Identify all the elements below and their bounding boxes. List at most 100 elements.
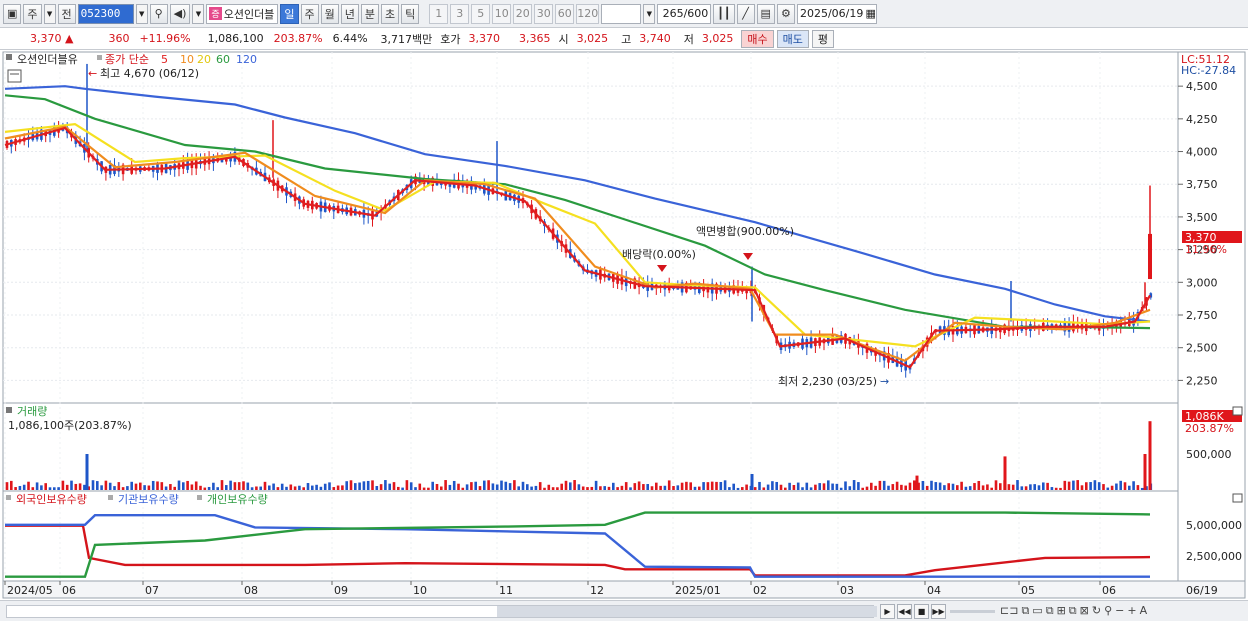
window-tile-icon[interactable]: ▭ — [1032, 604, 1042, 618]
fast-forward-icon[interactable]: ▶▶ — [931, 604, 946, 619]
volume-bar — [612, 482, 615, 490]
volume-bar — [915, 475, 919, 490]
volume-bar — [689, 482, 692, 490]
search-icon[interactable]: ⚲ — [149, 3, 168, 24]
chart-type-icon[interactable]: ⊞ — [1057, 604, 1066, 618]
tab-day[interactable]: 일 — [280, 3, 299, 24]
tab-second[interactable]: 초 — [381, 3, 400, 24]
chart-canvas[interactable]: 4,5004,2504,0003,7503,5003,2503,0002,750… — [0, 50, 1248, 600]
volume-bar — [74, 483, 78, 490]
volume-panel-close-icon[interactable] — [1232, 406, 1243, 416]
speaker-dropdown-icon[interactable]: ▼ — [192, 3, 205, 24]
compare-icon[interactable]: ⧉ — [1069, 604, 1077, 618]
tab-year[interactable]: 년 — [340, 3, 359, 24]
ma60-legend[interactable]: 60 — [216, 53, 230, 66]
calendar-icon[interactable]: ▦ — [866, 7, 876, 20]
volume-panel-title[interactable]: 거래량 — [17, 405, 47, 418]
volume-bar — [358, 482, 361, 490]
window-icon[interactable]: ⧉ — [1021, 604, 1029, 618]
volume-bar — [405, 480, 409, 490]
panel-marker-icon — [6, 54, 12, 60]
volume-bar — [1020, 486, 1024, 490]
institution-holding-legend[interactable]: 기관보유수량 — [118, 493, 179, 506]
zoom-out-icon[interactable]: − — [1115, 604, 1124, 618]
foreign-holding-legend[interactable]: 외국인보유수량 — [16, 493, 87, 506]
volume-bar — [599, 486, 602, 490]
stock-name-field[interactable]: 증 오션인더블 — [206, 3, 279, 24]
volume-bar — [392, 482, 396, 490]
holding-y-tick-5m: 5,000,000 — [1186, 519, 1242, 532]
font-size-icon[interactable]: A — [1140, 604, 1148, 618]
volume-bar — [1024, 486, 1028, 490]
buy-button[interactable]: 매수 — [741, 29, 774, 48]
refresh-icon[interactable]: ↻ — [1092, 604, 1101, 618]
layout-icon[interactable]: ▣ — [3, 3, 22, 24]
ma20-legend[interactable]: 20 — [197, 53, 211, 66]
interval-60[interactable]: 60 — [555, 3, 575, 24]
ma120-legend[interactable]: 120 — [236, 53, 257, 66]
interval-10[interactable]: 10 — [492, 3, 512, 24]
volume-bar — [573, 480, 576, 490]
volume-bar — [487, 480, 490, 490]
volume-bar — [521, 481, 525, 490]
interval-custom-input[interactable] — [601, 3, 642, 24]
interval-dropdown-icon[interactable]: ▼ — [643, 3, 656, 24]
tab-minute[interactable]: 분 — [360, 3, 380, 24]
volume-bar — [835, 483, 839, 490]
interval-30[interactable]: 30 — [534, 3, 554, 24]
window-split-icon[interactable]: ⊏⊐ — [1000, 604, 1018, 618]
ma10-legend[interactable]: 10 — [180, 53, 194, 66]
stock-code-input[interactable]: 052300 — [77, 3, 134, 24]
speaker-icon[interactable]: ◀) — [169, 3, 191, 24]
save-icon[interactable]: ▤ — [756, 3, 775, 24]
volume-bar — [908, 482, 912, 490]
volume-bar — [280, 483, 284, 490]
interval-120[interactable]: 120 — [576, 3, 600, 24]
volume-bar — [895, 481, 899, 490]
volume-bar — [672, 486, 675, 490]
interval-5[interactable]: 5 — [471, 3, 491, 24]
volume-bar — [379, 484, 383, 490]
sell-button[interactable]: 매도 — [776, 29, 809, 48]
zoom-in-icon[interactable]: + — [1127, 604, 1136, 618]
volume-bar — [207, 486, 211, 490]
tab-month[interactable]: 월 — [320, 3, 339, 24]
rewind-icon[interactable]: ◀◀ — [897, 604, 912, 619]
calculator-icon[interactable] — [7, 69, 22, 83]
volume-bar — [620, 485, 624, 490]
draw-tool-icon[interactable]: ╱ — [736, 3, 755, 24]
volume-bar — [732, 483, 735, 490]
period-select[interactable]: 주 — [23, 3, 42, 24]
chart-scrollbar[interactable] — [6, 605, 877, 618]
stop-icon[interactable]: ■ — [914, 604, 929, 619]
volume-bar — [723, 480, 727, 490]
holding-panel-close-icon[interactable] — [1232, 493, 1243, 503]
gear-icon[interactable]: ⚙ — [776, 3, 795, 24]
price-panel-name[interactable]: 오션인더블유 — [17, 53, 78, 66]
chart-scroll-thumb[interactable] — [497, 606, 877, 617]
volume-bar — [143, 485, 146, 490]
volume-bar — [676, 485, 680, 490]
chart-area[interactable]: 4,500 4,250 4,000 3,750 3,500 3,250 3,000 2,750… — [0, 50, 1248, 600]
individual-holding-legend[interactable]: 개인보유수량 — [207, 493, 268, 506]
ma5-legend[interactable]: 5 — [161, 53, 168, 66]
interval-3[interactable]: 3 — [450, 3, 470, 24]
magnifier-icon[interactable]: ⚲ — [1104, 604, 1112, 618]
tab-tick[interactable]: 틱 — [401, 3, 420, 24]
data-count-field[interactable]: 265/600 — [657, 3, 712, 24]
play-icon[interactable]: ▶ — [880, 604, 895, 619]
tab-week[interactable]: 주 — [300, 3, 319, 24]
candle-type-icon[interactable]: ┃┃ — [713, 3, 735, 24]
avg-button[interactable]: 평 — [811, 29, 835, 48]
date-field[interactable]: 2025/06/19 ▦ — [796, 3, 877, 24]
y-tick-label: 3,000 — [1186, 276, 1218, 289]
code-dropdown-icon[interactable]: ▼ — [135, 3, 148, 24]
zoom-slider[interactable] — [950, 610, 995, 613]
prev-button[interactable]: 전 — [57, 3, 76, 24]
period-dropdown-icon[interactable]: ▼ — [43, 3, 56, 24]
window-cascade-icon[interactable]: ⧉ — [1046, 604, 1054, 618]
interval-20[interactable]: 20 — [513, 3, 533, 24]
indicator-icon[interactable]: ⊠ — [1080, 604, 1089, 618]
volume-bar — [508, 483, 512, 490]
interval-1[interactable]: 1 — [429, 3, 449, 24]
